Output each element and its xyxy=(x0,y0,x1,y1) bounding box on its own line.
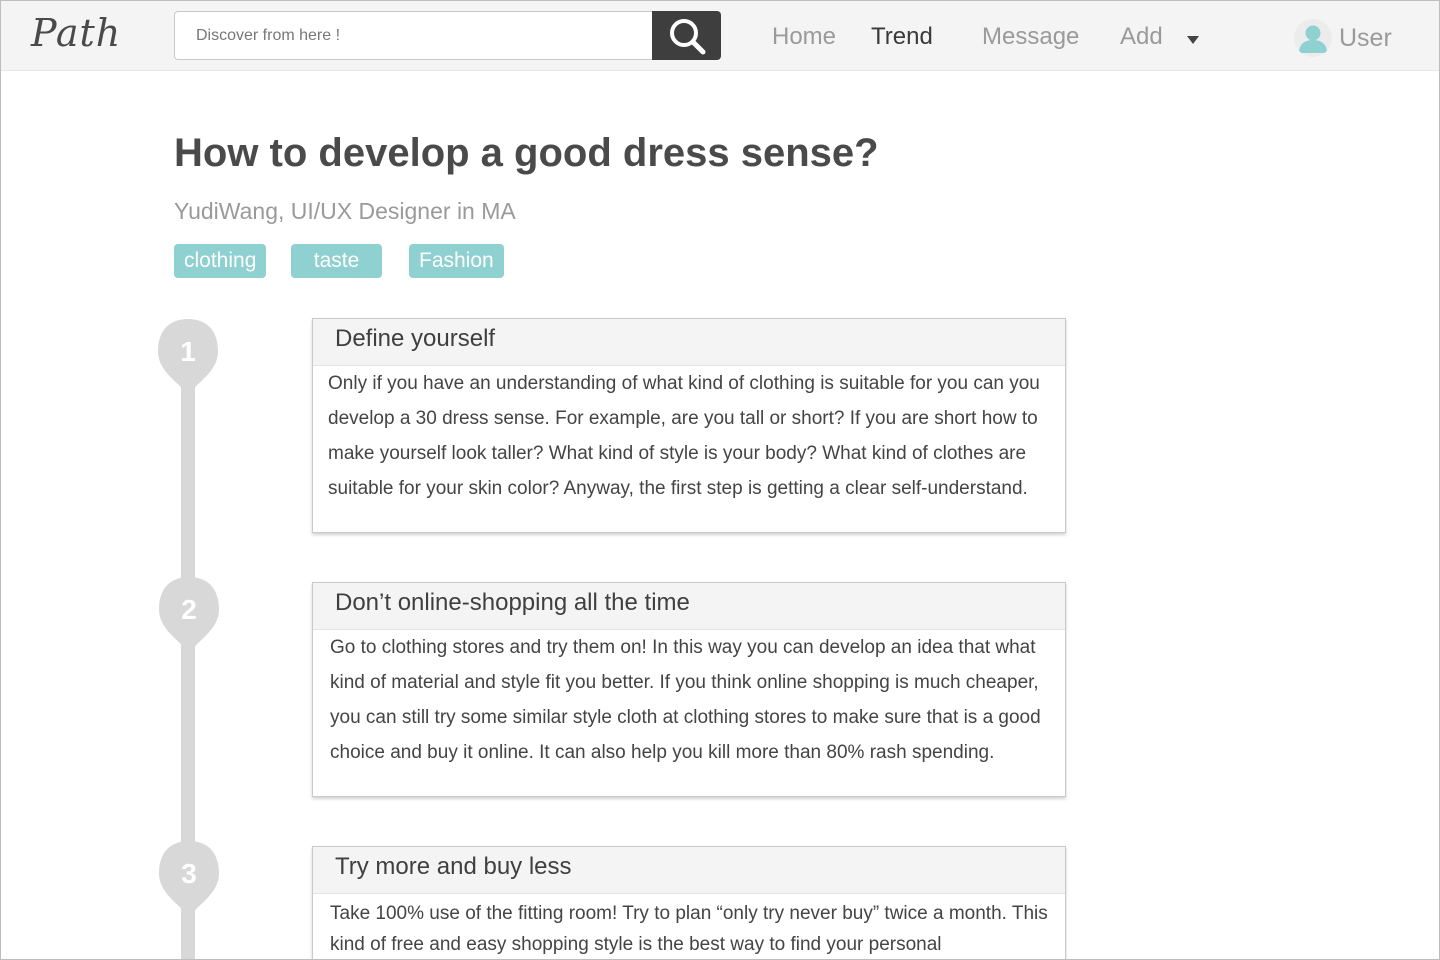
step-heading: Try more and buy less xyxy=(313,847,1065,894)
app-logo[interactable]: Path xyxy=(31,11,121,55)
step-marker-1: 1 xyxy=(157,317,219,397)
search-bar xyxy=(174,11,721,60)
step-heading: Define yourself xyxy=(313,319,1065,366)
chevron-down-icon[interactable] xyxy=(1187,36,1199,44)
tag-fashion[interactable]: Fashion xyxy=(409,244,504,278)
app-window: Path Home Trend Message Add User How to … xyxy=(0,0,1440,960)
search-icon xyxy=(669,18,705,54)
article-author[interactable]: YudiWang, UI/UX Designer in MA xyxy=(174,198,516,225)
step-number: 1 xyxy=(180,336,196,367)
step-body: Go to clothing stores and try them on! I… xyxy=(330,637,1041,763)
step-marker-2: 2 xyxy=(158,575,220,655)
nav-home[interactable]: Home xyxy=(772,23,836,51)
tag-clothing[interactable]: clothing xyxy=(174,244,267,278)
user-icon xyxy=(1299,25,1327,53)
step-number: 2 xyxy=(181,594,197,625)
nav-add[interactable]: Add xyxy=(1120,23,1163,51)
search-input[interactable] xyxy=(174,11,654,60)
step-card-1: Define yourself Only if you have an unde… xyxy=(312,318,1066,533)
step-heading: Don’t online-shopping all the time xyxy=(313,583,1065,630)
user-avatar[interactable] xyxy=(1294,19,1332,57)
step-marker-3: 3 xyxy=(158,839,220,919)
step-number: 3 xyxy=(181,858,197,889)
nav-user[interactable]: User xyxy=(1339,24,1392,53)
tag-taste[interactable]: taste xyxy=(291,244,382,278)
step-card-2: Don’t online-shopping all the time Go to… xyxy=(312,582,1066,797)
step-body: Take 100% use of the fitting room! Try t… xyxy=(330,903,1048,955)
nav-trend[interactable]: Trend xyxy=(871,23,933,51)
article-title: How to develop a good dress sense? xyxy=(174,131,879,175)
top-navbar: Path Home Trend Message Add User xyxy=(1,1,1439,71)
step-body: Only if you have an understanding of wha… xyxy=(328,373,1040,499)
search-button[interactable] xyxy=(652,11,721,60)
step-card-3: Try more and buy less Take 100% use of t… xyxy=(312,846,1066,959)
nav-message[interactable]: Message xyxy=(982,23,1079,51)
